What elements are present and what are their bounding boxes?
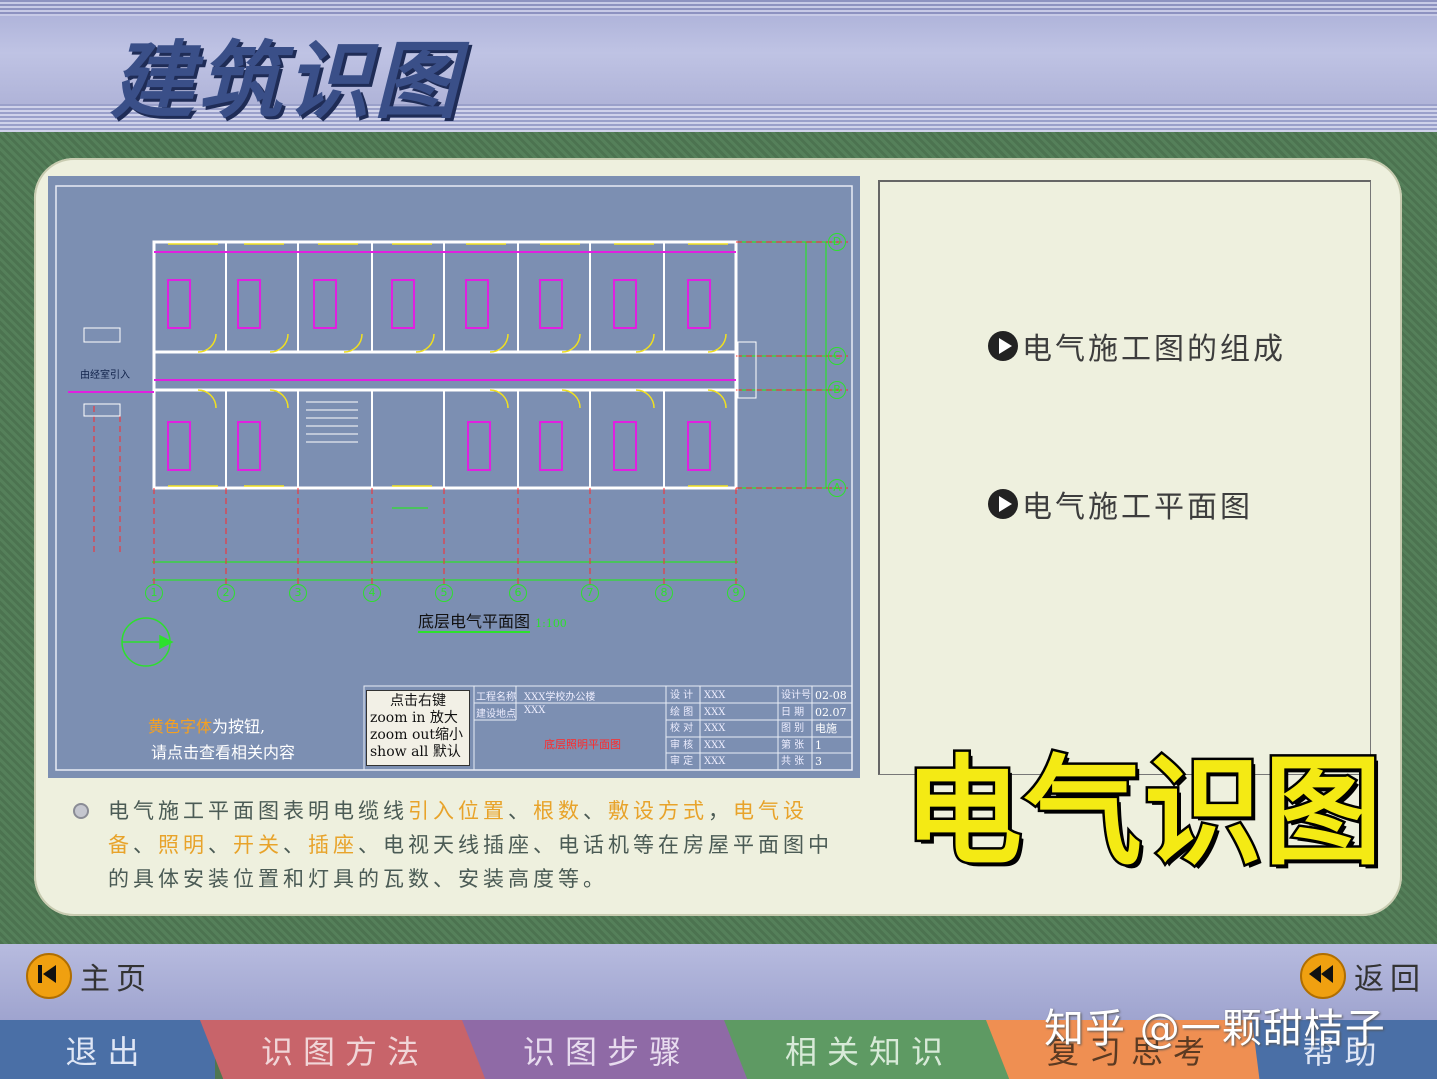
tb-meta-values: 02-08 02.07 电施 1 3 bbox=[815, 688, 847, 771]
home-button[interactable]: 主页 bbox=[26, 953, 152, 999]
play-icon bbox=[988, 489, 1018, 519]
grid-bubble-8: 8 bbox=[655, 584, 673, 602]
menu-item-floor-plan[interactable]: 电气施工平面图 bbox=[988, 482, 1253, 526]
tb-no-value: 02-08 bbox=[815, 689, 847, 702]
grid-bubble-C: C bbox=[828, 347, 846, 365]
tb-total-value: 3 bbox=[815, 755, 822, 769]
hint-rest: 为按钮, bbox=[212, 717, 266, 736]
floor-plan-svg bbox=[55, 185, 853, 771]
desc-sep: 、 bbox=[583, 799, 608, 823]
grid-bubble-4: 4 bbox=[363, 584, 381, 602]
tb-no-label: 设计号 bbox=[781, 690, 811, 701]
zoom-help-title: 点击右键 bbox=[390, 693, 446, 709]
page-title: 建筑识图 bbox=[110, 31, 463, 130]
description-text: 电气施工平面图表明电缆线引入位置、根数、敷设方式，电气设备、照明、开关、插座、电… bbox=[108, 794, 848, 896]
desc-link-entry-position[interactable]: 引入位置 bbox=[408, 799, 508, 823]
tb-site-value: XXX bbox=[524, 705, 546, 716]
plan-title-text: 底层电气平面图 bbox=[418, 612, 531, 633]
grid-bubble-1: 1 bbox=[145, 584, 163, 602]
tb-drawing-name: 底层照明平面图 bbox=[544, 738, 621, 751]
grid-bubble-A: A bbox=[828, 479, 846, 497]
tb-person-4: XXX bbox=[704, 739, 726, 751]
tb-people-values: XXX XXX XXX XXX XXX bbox=[704, 688, 725, 771]
rewind-icon bbox=[1300, 953, 1346, 999]
tb-project-value: XXX学校办公楼 bbox=[524, 692, 596, 703]
grid-bubble-3: 3 bbox=[289, 584, 307, 602]
tb-sheet-value: 1 bbox=[815, 738, 822, 752]
desc-sep: 、 bbox=[208, 833, 233, 857]
tb-checker: 校 对 bbox=[670, 723, 694, 735]
menu-item-label: 电气施工平面图 bbox=[1022, 490, 1253, 525]
tb-type-value: 电施 bbox=[815, 722, 837, 736]
zoom-help-box: 点击右键 zoom in 放大 zoom out缩小 show all 默认 bbox=[366, 690, 470, 766]
desc-link-socket[interactable]: 插座 bbox=[308, 833, 358, 857]
plan-title: 底层电气平面图 1:100 bbox=[418, 608, 567, 633]
tb-total-label: 共 张 bbox=[781, 756, 805, 768]
tb-date-label: 日 期 bbox=[781, 706, 805, 718]
desc-link-count[interactable]: 根数 bbox=[533, 799, 583, 823]
tb-person-3: XXX bbox=[704, 723, 726, 735]
desc-link-lighting[interactable]: 照明 bbox=[158, 833, 208, 857]
tab-reading-steps[interactable]: 识图步骤 bbox=[462, 1020, 752, 1079]
tab-label: 识图步骤 bbox=[522, 1032, 691, 1071]
tab-label: 相关知识 bbox=[784, 1032, 953, 1071]
tb-sheet-label: 第 张 bbox=[781, 739, 805, 751]
tb-person-1: XXX bbox=[704, 690, 726, 701]
tab-label: 退出 bbox=[65, 1032, 150, 1071]
tab-label: 识图方法 bbox=[260, 1032, 429, 1071]
tb-type-label: 图 别 bbox=[781, 723, 805, 735]
grid-bubble-2: 2 bbox=[217, 584, 235, 602]
desc-part1: 电气施工平面图表明电缆线 bbox=[108, 799, 408, 823]
tb-people-labels: 设 计 绘 图 校 对 审 核 审 定 bbox=[670, 688, 693, 771]
desc-link-switch[interactable]: 开关 bbox=[233, 833, 283, 857]
bullet-icon bbox=[73, 803, 89, 819]
grid-bubble-9: 9 bbox=[727, 584, 745, 602]
electrical-floor-plan[interactable]: 1 2 3 4 5 6 7 8 9 D CB A 由经室引入 底层电气平面图 1:100 黄色字体为… bbox=[48, 176, 860, 778]
menu-item-components[interactable]: 电气施工图的组成 bbox=[988, 324, 1286, 368]
grid-bubble-B: B bbox=[828, 381, 846, 399]
grid-bubble-6: 6 bbox=[509, 584, 527, 602]
skip-back-icon bbox=[26, 953, 72, 999]
back-label: 返回 bbox=[1354, 962, 1426, 997]
zoom-in-hint: zoom in 放大 bbox=[370, 710, 458, 726]
button-hint: 黄色字体为按钮, 请点击查看相关内容 bbox=[148, 714, 295, 766]
tb-site-label: 建设地点 bbox=[476, 709, 516, 720]
play-icon bbox=[988, 331, 1018, 361]
tab-reading-method[interactable]: 识图方法 bbox=[200, 1020, 490, 1079]
show-all-hint: show all 默认 bbox=[370, 744, 461, 760]
tb-meta-labels: 设计号 日 期 图 别 第 张 共 张 bbox=[781, 688, 811, 771]
tb-person-2: XXX bbox=[704, 706, 726, 718]
hint-line2: 请点击查看相关内容 bbox=[151, 743, 296, 762]
tab-related-knowledge[interactable]: 相关知识 bbox=[724, 1020, 1014, 1079]
plan-scale: 1:100 bbox=[535, 617, 567, 630]
tab-exit[interactable]: 退出 bbox=[0, 1020, 215, 1079]
menu-item-label: 电气施工图的组成 bbox=[1022, 332, 1286, 367]
tb-designer: 设 计 bbox=[670, 690, 694, 701]
cable-entry-label: 由经室引入 bbox=[80, 370, 130, 381]
desc-link-laying-method[interactable]: 敷设方式 bbox=[608, 799, 708, 823]
grid-bubble-5: 5 bbox=[435, 584, 453, 602]
tb-approver: 审 定 bbox=[670, 756, 694, 768]
grid-bubble-7: 7 bbox=[581, 584, 599, 602]
desc-sep: 、 bbox=[508, 799, 533, 823]
zoom-out-hint: zoom out缩小 bbox=[370, 727, 464, 743]
home-label: 主页 bbox=[80, 962, 152, 997]
back-button[interactable]: 返回 bbox=[1300, 953, 1426, 999]
tb-person-5: XXX bbox=[704, 756, 726, 768]
tb-project-label: 工程名称 bbox=[476, 692, 516, 703]
tb-reviewer: 审 核 bbox=[670, 739, 694, 751]
desc-sep: 、 bbox=[283, 833, 308, 857]
watermark-text: 知乎 @一颗甜桔子 bbox=[1044, 1006, 1386, 1052]
desc-sep: 、 bbox=[133, 833, 158, 857]
grid-bubble-D: D bbox=[828, 233, 846, 251]
desc-sep: ， bbox=[708, 799, 733, 823]
tb-date-value: 02.07 bbox=[815, 705, 847, 719]
topic-menu-box bbox=[878, 180, 1371, 775]
header-band: 建筑识图 bbox=[0, 0, 1437, 132]
electrical-reading-title: 电气识图 bbox=[901, 741, 1385, 884]
hint-highlight: 黄色字体 bbox=[148, 717, 213, 736]
tb-drafter: 绘 图 bbox=[670, 706, 694, 718]
